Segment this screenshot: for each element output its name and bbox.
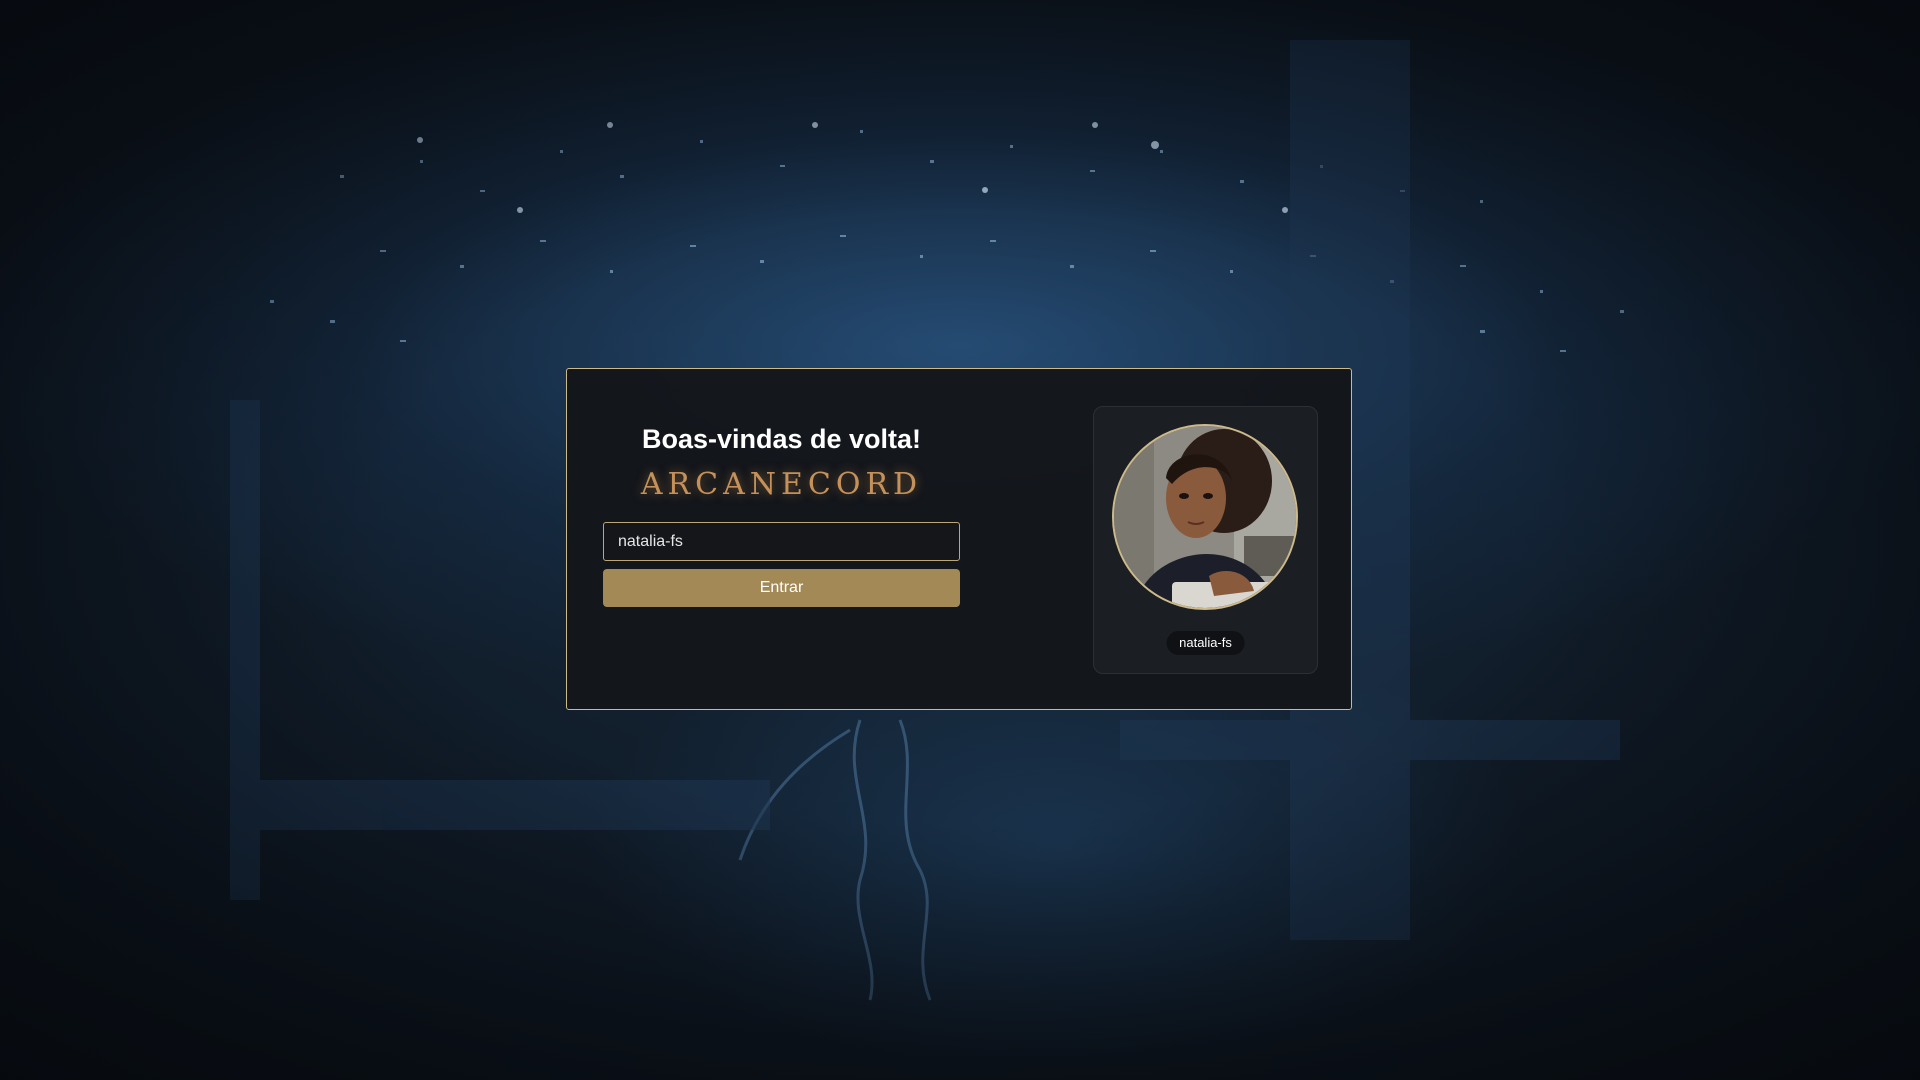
profile-preview-card: natalia-fs (1093, 406, 1318, 674)
profile-username-badge: natalia-fs (1166, 631, 1245, 655)
login-card: Boas-vindas de volta! ARCANECORD Entrar (566, 368, 1352, 710)
login-form: Boas-vindas de volta! ARCANECORD Entrar (603, 369, 960, 607)
brand-logo: ARCANECORD (640, 467, 923, 502)
avatar (1112, 424, 1298, 610)
enter-button[interactable]: Entrar (603, 569, 960, 607)
welcome-title: Boas-vindas de volta! (641, 424, 922, 454)
username-input[interactable] (603, 522, 960, 561)
avatar-photo (1114, 426, 1296, 608)
